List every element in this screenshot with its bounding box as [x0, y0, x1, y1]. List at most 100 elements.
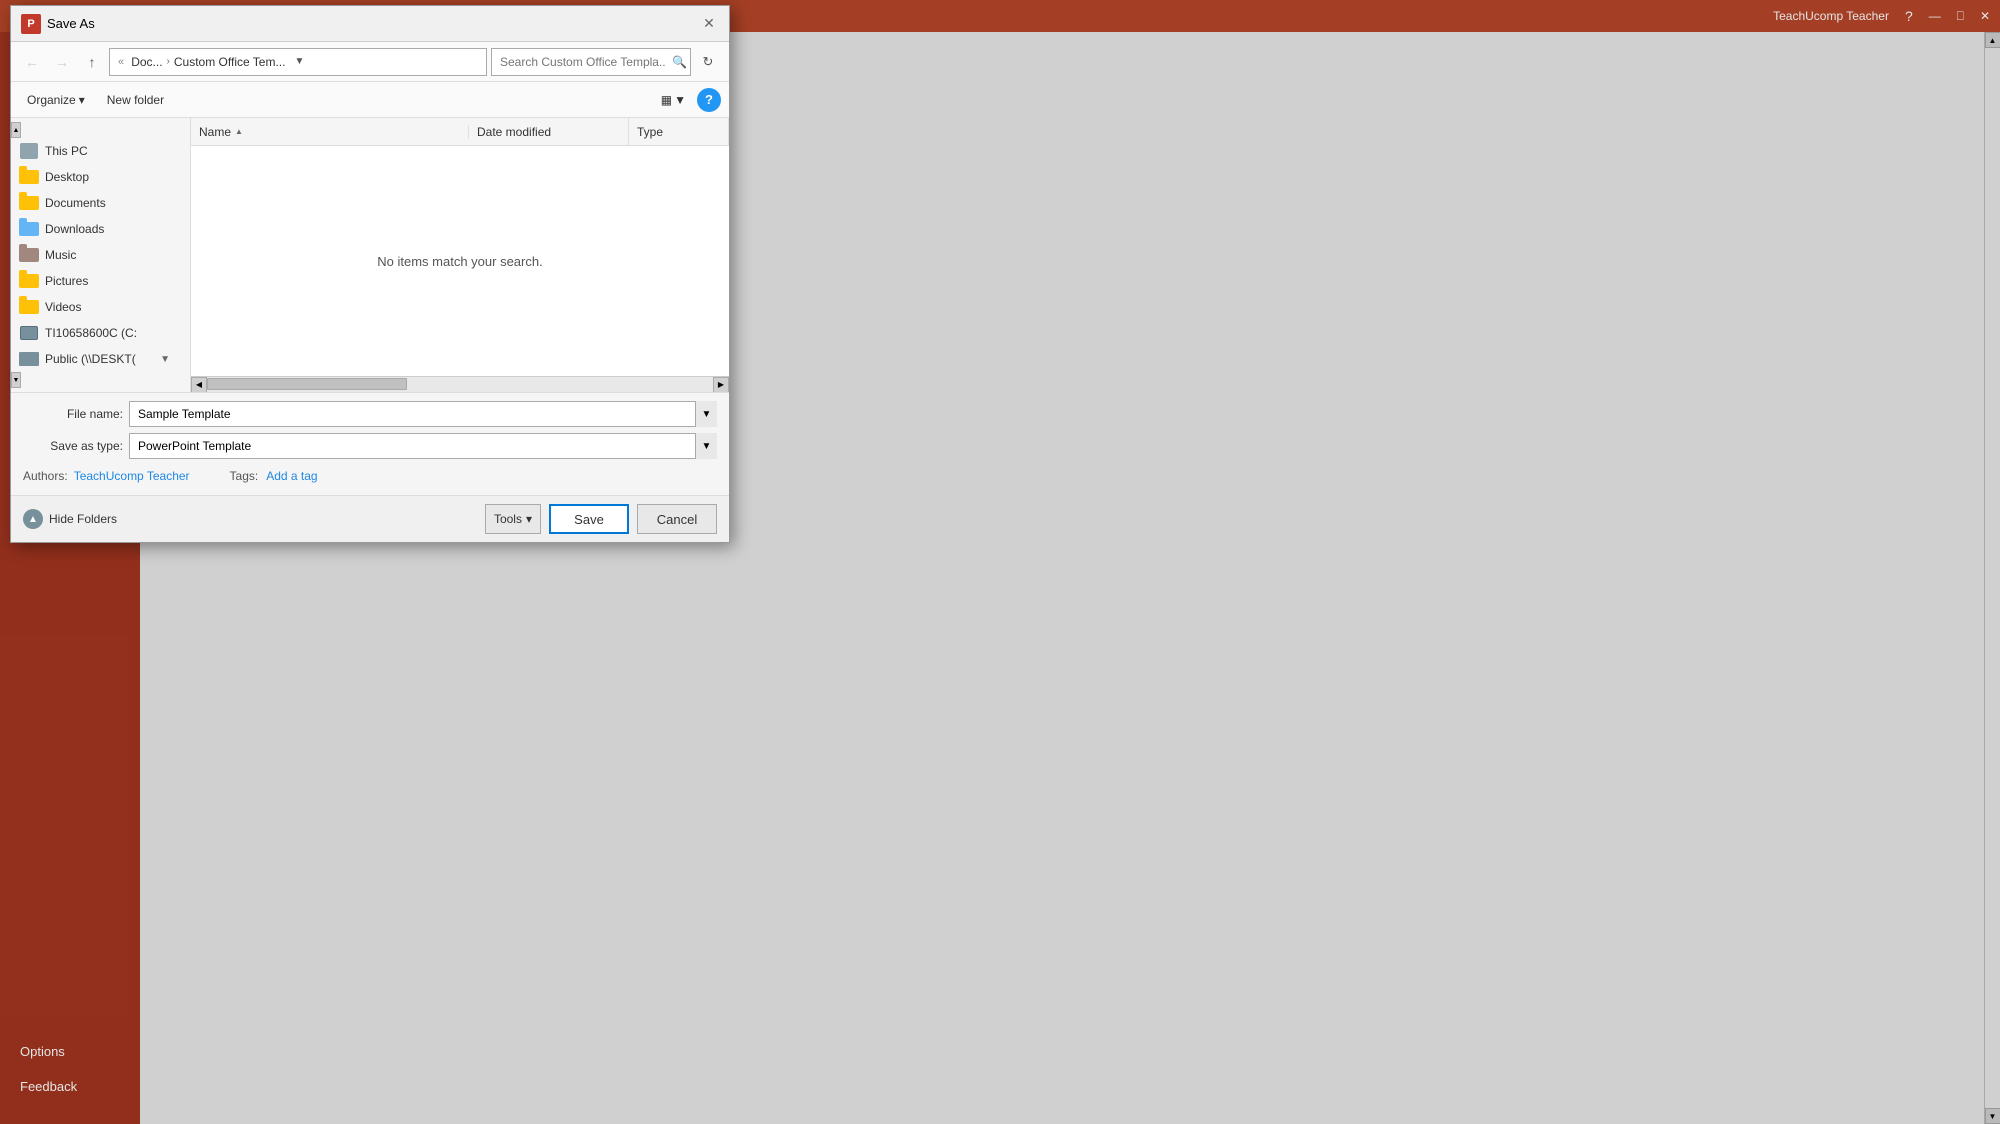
col-name[interactable]: Name ▲ [191, 125, 469, 139]
pictures-icon [19, 272, 39, 290]
nav-item-music[interactable]: Music [11, 242, 178, 268]
save-as-type-row: Save as type: ▼ [23, 433, 717, 459]
organize-arrow-icon: ▾ [79, 93, 85, 107]
sort-icon: ▲ [235, 127, 243, 136]
dialog-toolbar: ← → ↑ « Doc... › Custom Office Tem... ▼ … [11, 42, 729, 82]
nav-item-videos[interactable]: Videos [11, 294, 178, 320]
actionbar-left: Organize ▾ New folder [19, 91, 174, 109]
path-segment-custom[interactable]: Custom Office Tem... [174, 55, 286, 69]
path-segment-docs[interactable]: Doc... [131, 55, 162, 69]
nav-item-documents[interactable]: Documents [11, 190, 178, 216]
dialog-form: File name: ▼ Save as type: ▼ Authors: Te… [11, 392, 729, 495]
nav-item-pictures[interactable]: Pictures [11, 268, 178, 294]
hscroll-track[interactable] [207, 377, 713, 392]
dialog-titlebar: P Save As ✕ [11, 6, 729, 42]
nav-label-videos: Videos [45, 300, 81, 314]
hide-folders-icon: ▲ [23, 509, 43, 529]
file-name-dropdown-button[interactable]: ▼ [695, 401, 717, 427]
hscroll-left-button[interactable]: ◀ [191, 377, 207, 393]
dialog-footer: ▲ Hide Folders Tools ▾ Save Cancel [11, 495, 729, 542]
dialog-body: ▲ This PC Desktop [11, 118, 729, 392]
authors-value[interactable]: TeachUcomp Teacher [74, 469, 190, 483]
save-as-dialog: P Save As ✕ ← → ↑ « Doc... › Custom Offi… [10, 5, 730, 543]
dialog-close-button[interactable]: ✕ [699, 14, 719, 34]
music-icon [19, 246, 39, 264]
search-wrapper: 🔍 [491, 48, 691, 76]
authors-label: Authors: [23, 469, 68, 483]
refresh-button[interactable]: ↻ [695, 49, 721, 75]
col-date-label: Date modified [477, 125, 551, 139]
organize-label: Organize [27, 93, 76, 107]
path-arrow-1: › [167, 56, 170, 67]
path-dropdown-button[interactable]: ▼ [289, 49, 309, 75]
tools-button[interactable]: Tools ▾ [485, 504, 541, 534]
dialog-nav: ▲ This PC Desktop [11, 118, 191, 392]
file-name-label: File name: [23, 407, 123, 421]
col-date[interactable]: Date modified [469, 118, 629, 145]
view-icon: ▦ [661, 93, 672, 107]
thispc-icon [19, 142, 39, 160]
new-folder-button[interactable]: New folder [97, 91, 174, 109]
nav-label-music: Music [45, 248, 76, 262]
drive-c-icon [19, 324, 39, 342]
tools-arrow-icon: ▾ [526, 512, 532, 526]
dialog-actionbar: Organize ▾ New folder ▦ ▼ ? [11, 82, 729, 118]
nav-scroll-down[interactable]: ▼ [11, 372, 21, 388]
nav-label-documents: Documents [45, 196, 106, 210]
path-back-icon: « [118, 56, 127, 68]
view-button[interactable]: ▦ ▼ [654, 90, 693, 110]
nav-item-drive-c[interactable]: TI10658600C (C: [11, 320, 178, 346]
save-button[interactable]: Save [549, 504, 629, 534]
col-type-label: Type [637, 125, 663, 139]
nav-label-downloads: Downloads [45, 222, 104, 236]
view-arrow-icon: ▼ [674, 93, 686, 107]
dialog-hscroll[interactable]: ◀ ▶ [191, 376, 729, 392]
search-button[interactable]: 🔍 [672, 55, 687, 69]
organize-button[interactable]: Organize ▾ [19, 91, 93, 109]
col-type[interactable]: Type [629, 118, 729, 145]
authors-tags-row: Authors: TeachUcomp Teacher Tags: Add a … [23, 465, 717, 487]
nav-item-desktop[interactable]: Desktop [11, 164, 178, 190]
nav-item-thispc[interactable]: This PC [11, 138, 178, 164]
tools-label: Tools [494, 512, 522, 526]
dialog-title-text: Save As [47, 16, 95, 31]
cancel-button[interactable]: Cancel [637, 504, 717, 534]
forward-button[interactable]: → [49, 49, 75, 75]
nav-item-downloads[interactable]: Downloads [11, 216, 178, 242]
documents-icon [19, 194, 39, 212]
back-button[interactable]: ← [19, 49, 45, 75]
nav-label-drive-c: TI10658600C (C: [45, 326, 137, 340]
file-name-row: File name: ▼ [23, 401, 717, 427]
empty-message: No items match your search. [377, 254, 542, 269]
help-button[interactable]: ? [697, 88, 721, 112]
nav-label-network: Public (\\DESKT( [45, 352, 136, 366]
desktop-icon [19, 168, 39, 186]
file-name-input[interactable] [129, 401, 717, 427]
filelist-header: Name ▲ Date modified Type [191, 118, 729, 146]
hide-folders-label: Hide Folders [49, 512, 117, 526]
filelist-content: No items match your search. [191, 146, 729, 376]
nav-item-network[interactable]: Public (\\DESKT( ▼ [11, 346, 178, 372]
hscroll-thumb[interactable] [207, 378, 407, 390]
dialog-app-icon: P [21, 14, 41, 34]
col-name-label: Name [199, 125, 231, 139]
footer-buttons: Tools ▾ Save Cancel [485, 504, 717, 534]
save-as-type-wrapper: ▼ [129, 433, 717, 459]
save-as-type-label: Save as type: [23, 439, 123, 453]
dialog-title-left: P Save As [21, 14, 95, 34]
add-tag-link[interactable]: Add a tag [266, 469, 317, 483]
save-as-type-dropdown-button[interactable]: ▼ [695, 433, 717, 459]
network-expand-icon: ▼ [160, 354, 170, 365]
videos-icon [19, 298, 39, 316]
hscroll-right-button[interactable]: ▶ [713, 377, 729, 393]
nav-scroll-up[interactable]: ▲ [11, 122, 21, 138]
up-button[interactable]: ↑ [79, 49, 105, 75]
save-as-type-input[interactable] [129, 433, 717, 459]
hide-folders-button[interactable]: ▲ Hide Folders [23, 509, 117, 529]
search-input[interactable] [491, 48, 691, 76]
downloads-icon [19, 220, 39, 238]
nav-label-thispc: This PC [45, 144, 88, 158]
nav-label-pictures: Pictures [45, 274, 88, 288]
tags-label: Tags: [230, 469, 259, 483]
actionbar-right: ▦ ▼ ? [654, 88, 721, 112]
